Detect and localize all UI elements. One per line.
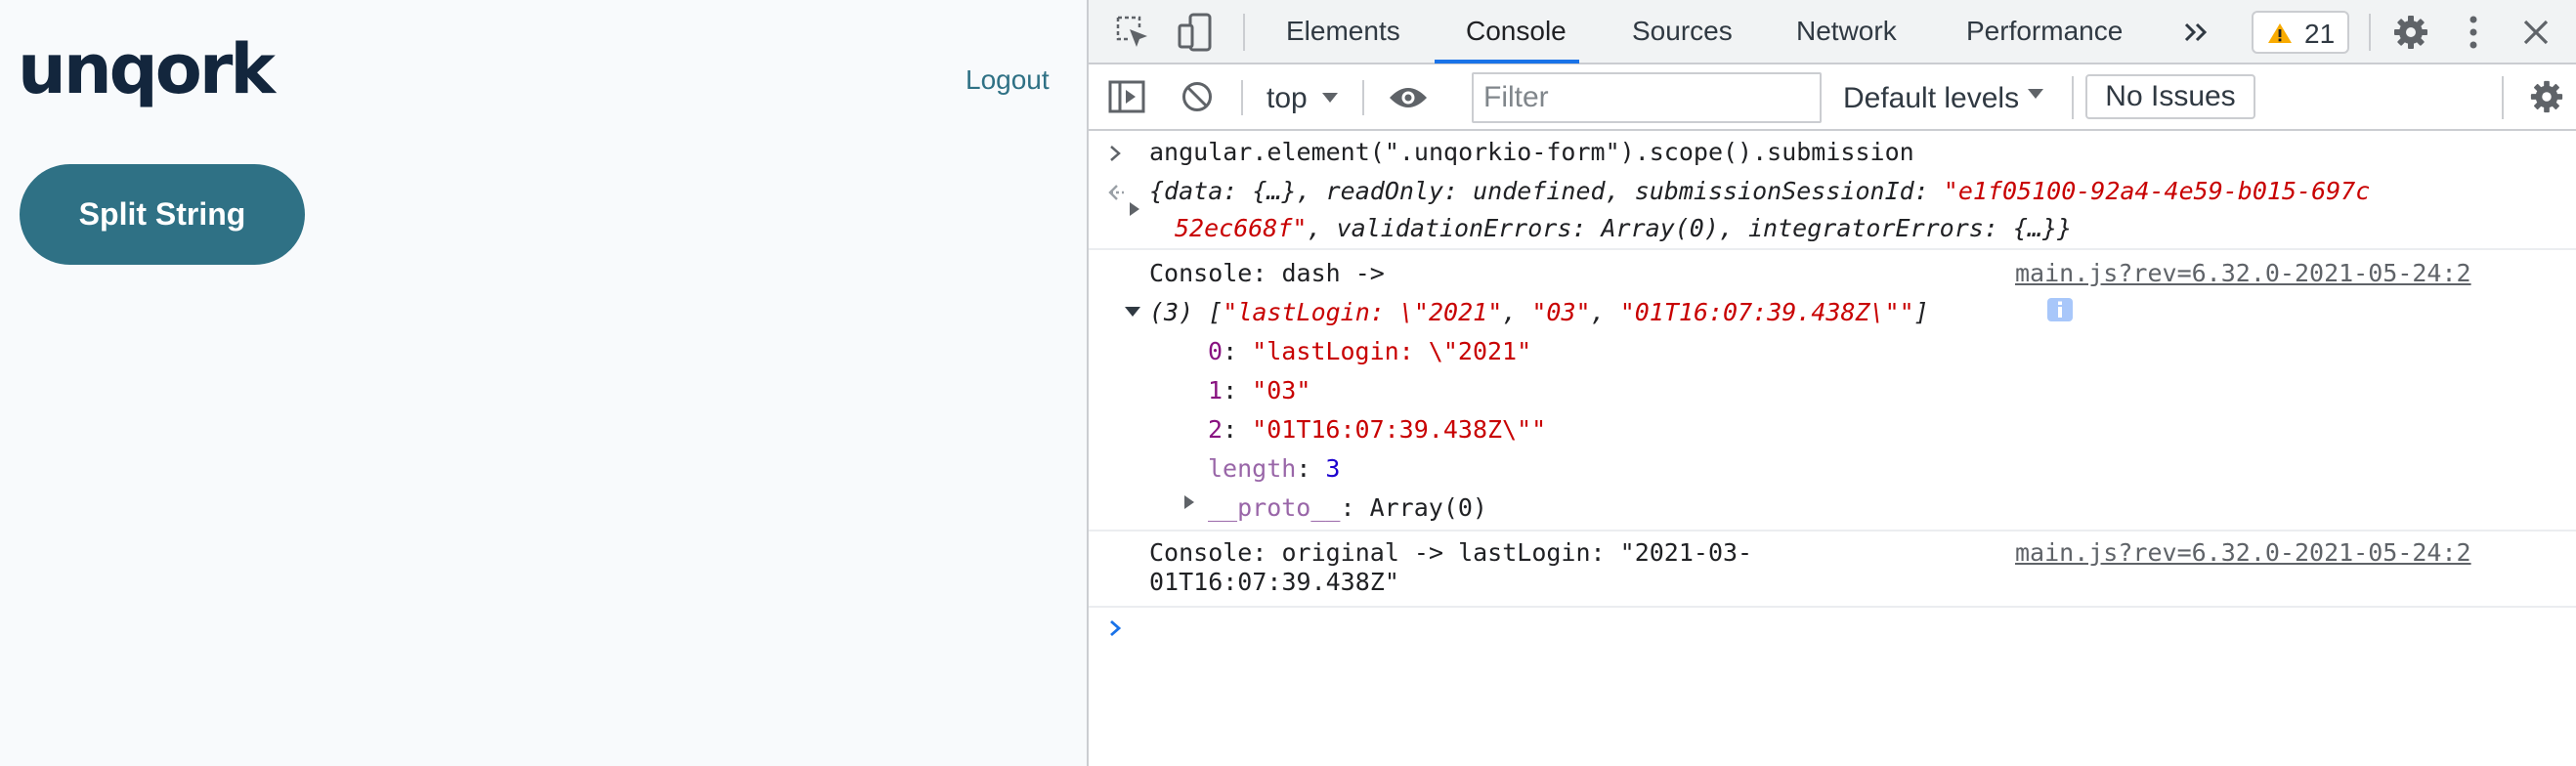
gear-icon[interactable] (2392, 14, 2429, 51)
tabbar-separator (2369, 14, 2371, 51)
console-command: angular.element(".unqorkio-form").scope(… (1149, 138, 1914, 166)
console-row-separator (1089, 248, 2576, 250)
console-row-separator (1089, 606, 2576, 608)
expand-triangle-icon[interactable] (1182, 494, 1196, 510)
array-value: "lastLogin: \"2021" (1252, 337, 1532, 365)
tab-elements[interactable]: Elements (1286, 0, 1400, 64)
log-source-link[interactable]: main.js?rev=6.32.0-2021-05-24:2 (2015, 533, 2471, 573)
console-log-original-cont: 01T16:07:39.438Z" (1149, 568, 1399, 596)
result-arrow-icon (1108, 185, 1124, 200)
array-count: (3) [ (1149, 298, 1224, 326)
array-preview-item: "lastLogin: \"2021" (1223, 298, 1503, 326)
array-entry: 0: "lastLogin: \"2021" (1208, 337, 1532, 365)
session-id-string: "e1f05100-92a4-4e59-b015-697c (1943, 177, 2371, 205)
log-levels-dropdown[interactable]: Default levels (1843, 84, 2019, 113)
array-entry: 1: "03" (1208, 376, 1311, 404)
logout-link[interactable]: Logout (966, 64, 1050, 96)
array-value: "01T16:07:39.438Z\"" (1252, 415, 1547, 444)
app-pane: unqork Logout Split String (0, 0, 1087, 766)
sidebar-toggle-icon[interactable] (1108, 80, 1145, 113)
tab-sources[interactable]: Sources (1632, 0, 1733, 64)
result-text: {data: {…}, readOnly: undefined, submiss… (1149, 177, 1944, 205)
array-index: 1 (1208, 376, 1224, 404)
array-preview-item: "03" (1531, 298, 1591, 326)
length-key: length (1208, 454, 1297, 483)
chevron-down-icon (1322, 93, 1338, 103)
log-source-link[interactable]: main.js?rev=6.32.0-2021-05-24:2 (2015, 254, 2471, 293)
array-preview[interactable]: (3) ["lastLogin: \"2021", "03", "01T16:0… (1149, 293, 1929, 332)
input-chevron-icon (1110, 146, 1121, 161)
tabbar-separator (1243, 14, 1245, 51)
inspect-element-icon[interactable] (1114, 14, 1151, 51)
submission-object-preview[interactable]: {data: {…}, readOnly: undefined, submiss… (1149, 172, 2370, 211)
result-text: , validationErrors: Array(0), integrator… (1307, 214, 2073, 242)
chevron-down-icon (2028, 89, 2043, 99)
array-entry: 2: "01T16:07:39.438Z\"" (1208, 415, 1547, 444)
kebab-menu-icon[interactable] (2467, 14, 2480, 51)
console-toolbar: top Default levels No Issues (1089, 64, 2576, 131)
devtools-tabbar: Elements Console Sources Network Perform… (1089, 0, 2576, 64)
toolbar-separator (2502, 76, 2504, 119)
submission-object-preview-cont: 52ec668f", validationErrors: Array(0), i… (1175, 209, 2072, 248)
devtools-panel: Elements Console Sources Network Perform… (1087, 0, 2576, 766)
double-chevron-right-icon[interactable] (2183, 21, 2211, 43)
device-toolbar-icon[interactable] (1177, 12, 1216, 53)
console-output: angular.element(".unqorkio-form").scope(… (1089, 133, 2576, 766)
toolbar-separator (1241, 80, 1243, 115)
array-value: "03" (1252, 376, 1311, 404)
toolbar-separator (1362, 80, 1364, 115)
array-index: 2 (1208, 415, 1224, 444)
array-index: 0 (1208, 337, 1224, 365)
array-proto[interactable]: __proto__: Array(0) (1208, 489, 1487, 528)
info-icon[interactable] (2046, 297, 2074, 322)
close-icon[interactable] (2521, 18, 2551, 47)
array-length: length: 3 (1208, 454, 1341, 483)
tab-performance[interactable]: Performance (1966, 0, 2123, 64)
console-filter-input[interactable] (1472, 72, 1822, 123)
session-id-string-cont: 52ec668f" (1175, 214, 1308, 242)
toolbar-separator (2072, 76, 2074, 119)
proto-value: : Array(0) (1340, 493, 1487, 522)
console-prompt-input[interactable] (1149, 610, 2556, 649)
expand-triangle-icon[interactable] (1128, 201, 1141, 217)
split-string-button[interactable]: Split String (20, 164, 305, 265)
length-value: 3 (1325, 454, 1341, 483)
clear-console-icon[interactable] (1181, 80, 1214, 113)
tab-console[interactable]: Console (1466, 0, 1567, 64)
active-tab-indicator (1435, 60, 1579, 64)
array-preview-item: "01T16:07:39.438Z\"" (1619, 298, 1914, 326)
collapse-triangle-icon[interactable] (1124, 305, 1141, 319)
gear-icon[interactable] (2529, 79, 2564, 114)
console-prompt-icon (1110, 619, 1122, 637)
warning-icon (2268, 23, 2292, 43)
console-log-label: Console: dash -> (1149, 259, 1385, 287)
console-row-separator (1089, 530, 2576, 532)
warnings-badge[interactable]: 21 (2252, 11, 2349, 54)
eye-icon[interactable] (1388, 86, 1429, 109)
issues-button[interactable]: No Issues (2085, 74, 2255, 119)
proto-key: __proto__ (1208, 493, 1341, 522)
context-selector[interactable]: top (1267, 84, 1308, 113)
tab-network[interactable]: Network (1796, 0, 1897, 64)
warnings-count: 21 (2304, 19, 2336, 49)
array-close: ] (1913, 298, 1929, 326)
unqork-logo: unqork (18, 29, 276, 109)
